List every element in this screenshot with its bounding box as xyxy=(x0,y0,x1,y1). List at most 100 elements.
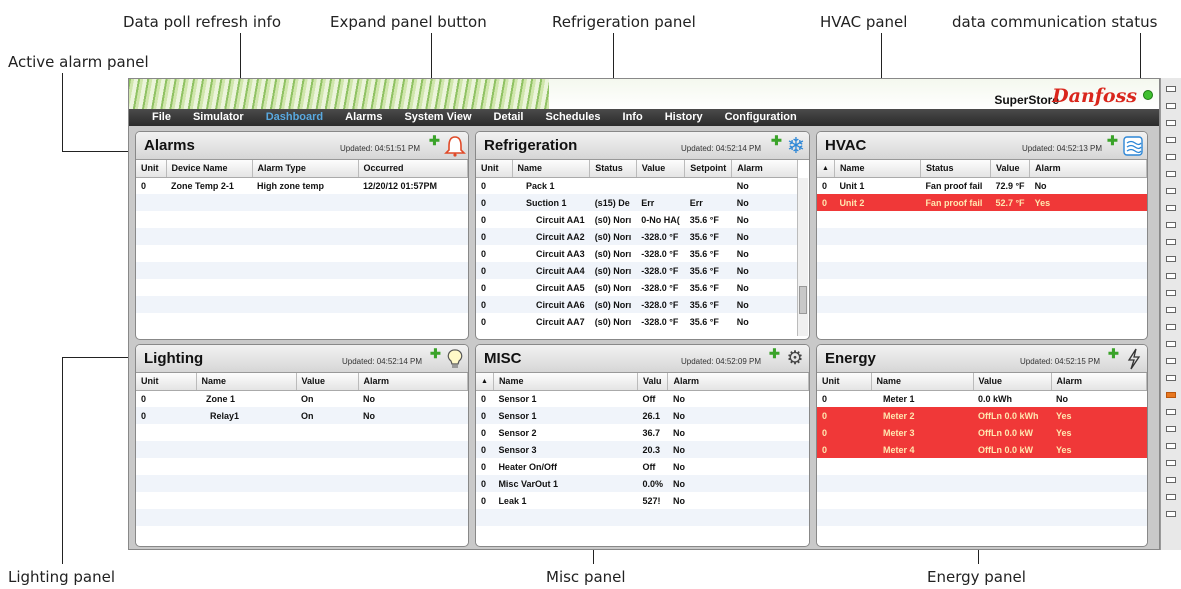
table-row[interactable]: 0 Unit 2 Fan proof fail 52.7 °F Yes xyxy=(817,194,1147,211)
toolbar-glyph-icon[interactable] xyxy=(1166,358,1176,364)
table-row[interactable]: 0 Circuit AA3 (s0) Norı -328.0 °F 35.6 °F No xyxy=(476,245,798,262)
column-header[interactable]: Value xyxy=(973,373,1052,391)
table-row[interactable]: 0 Sensor 1 26.1 No xyxy=(476,407,809,424)
toolbar-glyph-icon[interactable] xyxy=(1166,239,1176,245)
menu-item-system-view[interactable]: System View xyxy=(393,109,482,126)
menu-item-detail[interactable]: Detail xyxy=(483,109,535,126)
column-header[interactable]: Alarm xyxy=(358,373,468,391)
expand-button[interactable]: ✚ xyxy=(1107,133,1118,149)
menu-item-file[interactable]: File xyxy=(141,109,182,126)
expand-button[interactable]: ✚ xyxy=(429,133,440,149)
table-row[interactable]: 0 Pack 1 No xyxy=(476,177,798,194)
menu-item-simulator[interactable]: Simulator xyxy=(182,109,255,126)
column-header[interactable]: Value xyxy=(636,160,686,178)
table-row[interactable]: 0 Circuit AA4 (s0) Norı -328.0 °F 35.6 °F No xyxy=(476,262,798,279)
column-header[interactable]: Alarm xyxy=(667,373,809,391)
table-row[interactable]: 0 Sensor 3 20.3 No xyxy=(476,441,809,458)
toolbar-glyph-icon[interactable] xyxy=(1166,188,1176,194)
table-row[interactable]: 0 Circuit AA2 (s0) Norı -328.0 °F 35.6 °F No xyxy=(476,228,798,245)
expand-button[interactable]: ✚ xyxy=(769,346,780,362)
toolbar-glyph-icon[interactable] xyxy=(1166,341,1176,347)
toolbar-glyph-icon[interactable] xyxy=(1166,256,1176,262)
column-header[interactable]: Name xyxy=(871,373,974,391)
table-row[interactable]: 0 Meter 2 OffLn 0.0 kWh Yes xyxy=(817,407,1147,424)
toolbar-glyph-icon[interactable] xyxy=(1166,324,1176,330)
refrigeration-scrollbar[interactable] xyxy=(797,178,808,336)
table-row[interactable]: 0 Meter 1 0.0 kWh No xyxy=(817,390,1147,407)
expand-button[interactable]: ✚ xyxy=(1108,346,1119,362)
comm-status-icon[interactable] xyxy=(1143,90,1153,100)
menu-item-history[interactable]: History xyxy=(654,109,714,126)
table-row[interactable]: 0 Circuit AA5 (s0) Norı -328.0 °F 35.6 °F No xyxy=(476,279,798,296)
table-cell xyxy=(196,458,296,475)
column-header[interactable]: Unit xyxy=(476,160,513,178)
column-header[interactable]: Status xyxy=(920,160,991,178)
table-row[interactable]: 0 Meter 3 OffLn 0.0 kW Yes xyxy=(817,424,1147,441)
table-cell: Sensor 1 xyxy=(493,407,638,424)
column-header[interactable]: Valu xyxy=(637,373,669,391)
toolbar-glyph-icon[interactable] xyxy=(1166,307,1176,313)
column-header[interactable]: Alarm xyxy=(731,160,798,178)
table-row[interactable]: 0 Meter 4 OffLn 0.0 kW Yes xyxy=(817,441,1147,458)
toolbar-glyph-icon[interactable] xyxy=(1166,273,1176,279)
column-header[interactable]: Name xyxy=(493,373,638,391)
toolbar-glyph-icon[interactable] xyxy=(1166,86,1176,92)
table-row[interactable]: 0 Misc VarOut 1 0.0% No xyxy=(476,475,809,492)
column-header[interactable]: Alarm xyxy=(1051,373,1147,391)
toolbar-glyph-icon[interactable] xyxy=(1166,171,1176,177)
column-header[interactable]: Unit xyxy=(136,373,197,391)
toolbar-glyph-icon[interactable] xyxy=(1166,443,1176,449)
toolbar-glyph-icon[interactable] xyxy=(1166,103,1176,109)
table-cell: No xyxy=(731,228,798,245)
column-header[interactable]: Name xyxy=(512,160,591,178)
column-header[interactable]: Alarm Type xyxy=(252,160,359,178)
toolbar-glyph-icon[interactable] xyxy=(1166,222,1176,228)
toolbar-glyph-icon[interactable] xyxy=(1166,511,1176,517)
toolbar-glyph-icon[interactable] xyxy=(1166,426,1176,432)
table-row[interactable]: 0 Relay1 On No xyxy=(136,407,468,424)
table-row[interactable]: 0 Zone Temp 2-1 High zone temp 12/20/12 01:… xyxy=(136,177,468,194)
column-header[interactable]: Device Name xyxy=(166,160,253,178)
table-row[interactable]: 0 Suction 1 (s15) De Err Err No xyxy=(476,194,798,211)
sort-column-header[interactable]: ▲ xyxy=(817,160,835,178)
scroll-thumb[interactable] xyxy=(799,286,807,314)
table-row[interactable]: 0 Heater On/Off Off No xyxy=(476,458,809,475)
table-row[interactable]: 0 Leak 1 527! No xyxy=(476,492,809,509)
toolbar-glyph-icon[interactable] xyxy=(1166,392,1176,398)
toolbar-glyph-icon[interactable] xyxy=(1166,375,1176,381)
sort-column-header[interactable]: ▲ xyxy=(476,373,494,391)
column-header[interactable]: Name xyxy=(834,160,921,178)
toolbar-glyph-icon[interactable] xyxy=(1166,205,1176,211)
table-row[interactable]: 0 Sensor 1 Off No xyxy=(476,390,809,407)
column-header[interactable]: Status xyxy=(589,160,637,178)
column-header[interactable]: Unit xyxy=(817,373,872,391)
toolbar-glyph-icon[interactable] xyxy=(1166,120,1176,126)
table-row[interactable]: 0 Sensor 2 36.7 No xyxy=(476,424,809,441)
column-header[interactable]: Setpoint xyxy=(684,160,733,178)
menu-item-schedules[interactable]: Schedules xyxy=(534,109,611,126)
toolbar-glyph-icon[interactable] xyxy=(1166,409,1176,415)
column-header[interactable]: Unit xyxy=(136,160,167,178)
menu-item-configuration[interactable]: Configuration xyxy=(714,109,808,126)
toolbar-glyph-icon[interactable] xyxy=(1166,137,1176,143)
toolbar-glyph-icon[interactable] xyxy=(1166,460,1176,466)
table-row[interactable]: 0 Circuit AA1 (s0) Norı 0-No HA(35.6 °F No xyxy=(476,211,798,228)
expand-button[interactable]: ✚ xyxy=(771,133,782,149)
table-row[interactable]: 0 Circuit AA7 (s0) Norı -328.0 °F 35.6 °F No xyxy=(476,313,798,330)
column-header[interactable]: Value xyxy=(990,160,1031,178)
table-row[interactable]: 0 Circuit AA6 (s0) Norı -328.0 °F 35.6 °F No xyxy=(476,296,798,313)
column-header[interactable]: Name xyxy=(196,373,297,391)
menu-item-info[interactable]: Info xyxy=(612,109,654,126)
table-row[interactable]: 0 Unit 1 Fan proof fail 72.9 °F No xyxy=(817,177,1147,194)
menu-item-dashboard[interactable]: Dashboard xyxy=(255,109,334,126)
toolbar-glyph-icon[interactable] xyxy=(1166,494,1176,500)
expand-button[interactable]: ✚ xyxy=(430,346,441,362)
column-header[interactable]: Occurred xyxy=(358,160,468,178)
column-header[interactable]: Alarm xyxy=(1029,160,1147,178)
table-row[interactable]: 0 Zone 1 On No xyxy=(136,390,468,407)
toolbar-glyph-icon[interactable] xyxy=(1166,477,1176,483)
menu-item-alarms[interactable]: Alarms xyxy=(334,109,393,126)
toolbar-glyph-icon[interactable] xyxy=(1166,154,1176,160)
column-header[interactable]: Value xyxy=(296,373,359,391)
toolbar-glyph-icon[interactable] xyxy=(1166,290,1176,296)
